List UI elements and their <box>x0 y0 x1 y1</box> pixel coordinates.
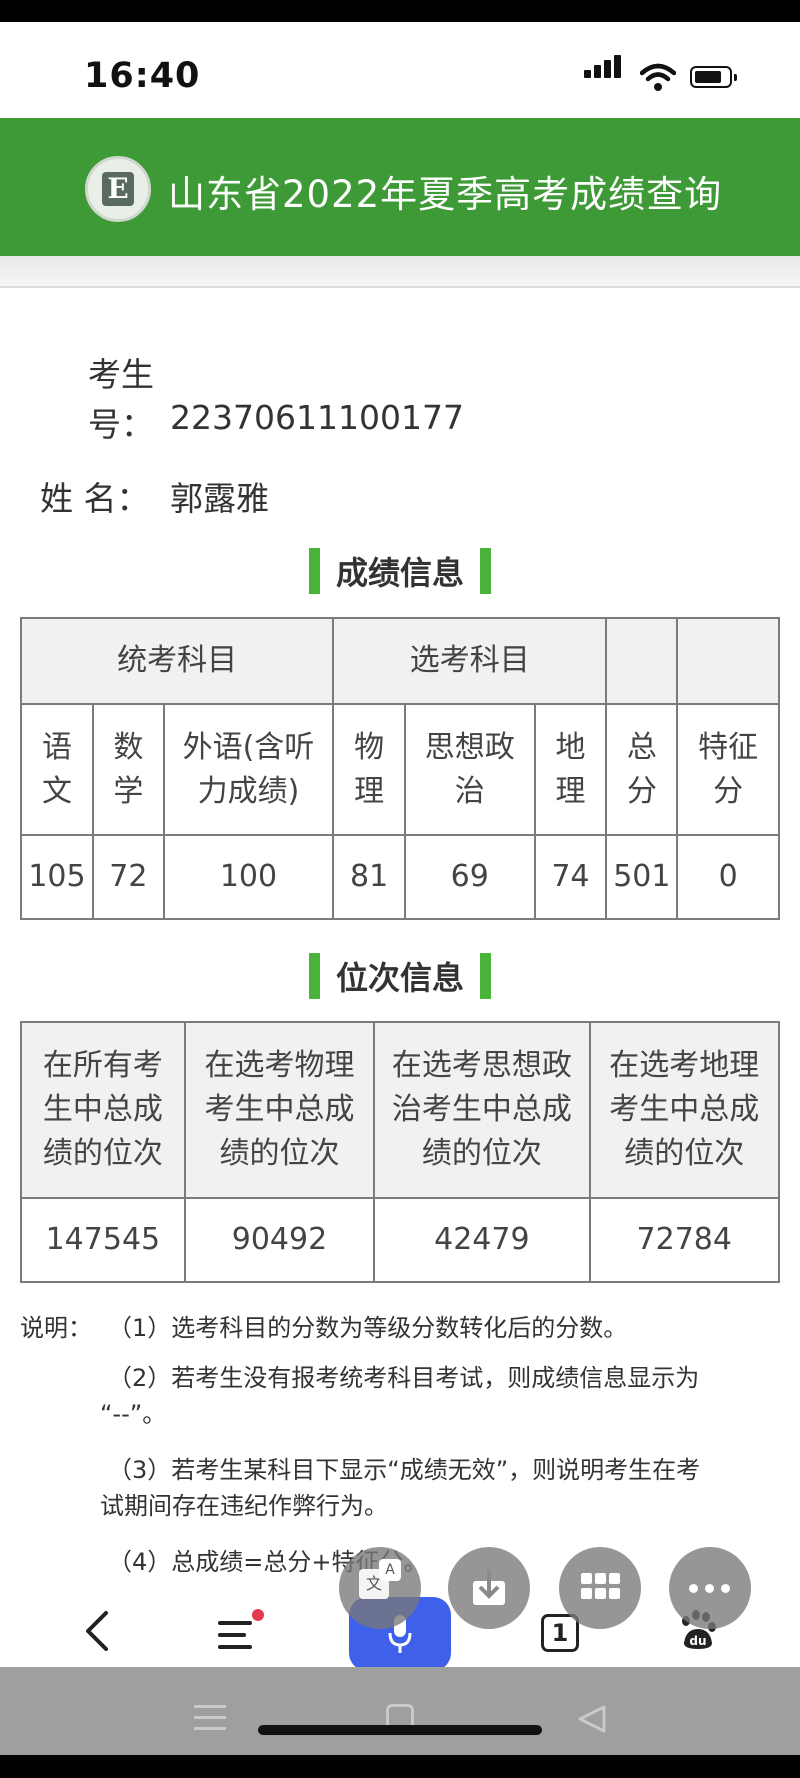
svg-text:du: du <box>689 1634 706 1648</box>
more-button[interactable] <box>669 1547 751 1629</box>
score-politics: 69 <box>404 834 536 920</box>
title-bar-left <box>308 548 320 594</box>
bottom-black-bar <box>0 1755 800 1778</box>
group-elective: 选考科目 <box>332 617 608 705</box>
rank-physics-header: 在选考物理 考生中总成 绩的位次 <box>183 1021 376 1199</box>
status-bar: 16:40 <box>0 22 800 118</box>
rank-section-title-text: 位次信息 <box>335 959 464 997</box>
score-geography: 74 <box>533 834 608 920</box>
battery-icon <box>690 66 737 88</box>
notification-dot <box>252 1609 264 1621</box>
score-value-row: 105 72 100 81 69 74 501 0 <box>20 834 780 920</box>
rank-politics-value: 42479 <box>373 1197 591 1283</box>
note-3-line1: （3）若考生某科目下显示“成绩无效”，则说明考生在考 <box>108 1456 701 1484</box>
back-triangle-icon[interactable] <box>576 1703 608 1735</box>
subject-total: 总分 <box>605 703 679 836</box>
subject-foreign-language: 外语(含听 力成绩) <box>162 703 335 836</box>
note-1: （1）选考科目的分数为等级分数转化后的分数。 <box>108 1314 628 1342</box>
page-title: 山东省2022年夏季高考成绩查询 <box>168 173 723 216</box>
system-nav-bar <box>0 1667 800 1755</box>
more-dots-icon <box>689 1584 731 1593</box>
title-bar-right <box>480 548 491 594</box>
download-button[interactable] <box>448 1547 530 1629</box>
score-section-title-text: 成绩信息 <box>335 554 464 592</box>
note-2-line1: （2）若考生没有报考统考科目考试，则成绩信息显示为 <box>108 1364 700 1392</box>
candidate-id-value: 22370611100177 <box>170 398 464 437</box>
group-empty <box>676 617 780 705</box>
menu-icon[interactable] <box>218 1609 264 1653</box>
candidate-id-label-line2: 号： <box>88 405 154 444</box>
subject-politics: 思想政治 <box>404 703 536 836</box>
top-black-bar <box>0 0 800 22</box>
rank-physics-value: 90492 <box>183 1197 376 1283</box>
group-empty <box>605 617 679 705</box>
rank-politics-header: 在选考思想政 治考生中总成 绩的位次 <box>373 1021 591 1199</box>
score-physics: 81 <box>332 834 406 920</box>
name-label: 姓 名： <box>40 479 150 518</box>
rank-table: 在所有考 生中总成 绩的位次 在选考物理 考生中总成 绩的位次 在选考思想政 治考生中总成… <box>20 1021 780 1283</box>
subject-geography: 地理 <box>533 703 608 836</box>
group-unified: 统考科目 <box>19 617 335 705</box>
rank-section-title: 位次信息 <box>0 953 800 999</box>
rank-all-value: 147545 <box>20 1197 186 1283</box>
title-bar-right <box>480 953 491 999</box>
score-section-title: 成绩信息 <box>0 548 800 594</box>
download-icon <box>473 1569 505 1605</box>
notes-label: 说明： <box>20 1314 92 1342</box>
name-value: 郭露雅 <box>170 479 269 518</box>
translate-a-icon: A <box>379 1559 401 1581</box>
grid-icon <box>581 1573 621 1603</box>
score-group-row: 统考科目 选考科目 <box>19 617 780 705</box>
rank-header-row: 在所有考 生中总成 绩的位次 在选考物理 考生中总成 绩的位次 在选考思想政 治考生中总成… <box>20 1021 780 1199</box>
candidate-id-label-line1: 考生 <box>88 355 154 394</box>
subject-chinese: 语文 <box>20 703 94 836</box>
banner-divider <box>0 256 800 288</box>
rank-all-header: 在所有考 生中总成 绩的位次 <box>20 1021 186 1199</box>
score-chinese: 105 <box>20 834 94 920</box>
rank-value-row: 147545 90492 42479 72784 <box>20 1197 780 1283</box>
score-table: 统考科目 选考科目 语文 数学 外语(含听 力成绩) 物理 思想政治 地理 总分 … <box>19 617 780 920</box>
rank-geography-value: 72784 <box>588 1197 780 1283</box>
note-3-line2: 试期间存在违纪作弊行为。 <box>100 1492 388 1520</box>
exam-authority-logo: E <box>85 156 151 222</box>
recent-apps-icon[interactable] <box>194 1703 226 1733</box>
rank-geography-header: 在选考地理 考生中总成 绩的位次 <box>588 1021 780 1199</box>
title-bar-left <box>308 953 320 999</box>
score-foreign-language: 100 <box>162 834 335 920</box>
subject-math: 数学 <box>91 703 165 836</box>
back-icon[interactable] <box>80 1611 114 1651</box>
home-indicator[interactable] <box>258 1725 542 1735</box>
apps-grid-button[interactable] <box>559 1547 641 1629</box>
wifi-icon <box>640 63 676 91</box>
note-2-line2: “--”。 <box>100 1400 167 1428</box>
score-header-row: 语文 数学 外语(含听 力成绩) 物理 思想政治 地理 总分 特征分 <box>20 703 780 836</box>
score-feature: 0 <box>676 834 780 920</box>
subject-physics: 物理 <box>332 703 406 836</box>
status-time: 16:40 <box>84 56 201 96</box>
subject-feature: 特征分 <box>676 703 780 836</box>
score-total: 501 <box>605 834 679 920</box>
score-math: 72 <box>91 834 165 920</box>
translate-button[interactable]: 文 A <box>339 1547 421 1629</box>
